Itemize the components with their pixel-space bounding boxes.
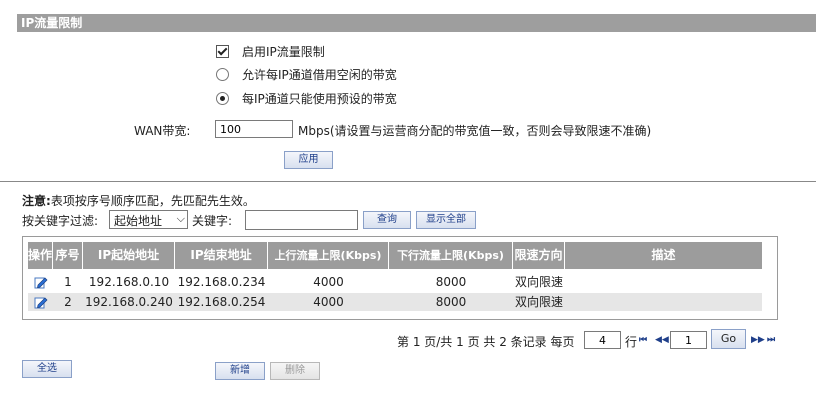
note-title: 注意: — [22, 194, 51, 208]
wan-bandwidth-input[interactable] — [215, 120, 293, 138]
cell-down-limit: 8000 — [435, 295, 467, 309]
enable-checkbox[interactable] — [216, 45, 229, 58]
chevron-down-icon: ⌵ — [176, 212, 185, 225]
col-header-action: 操作 — [28, 242, 53, 269]
cell-up-limit: 4000 — [313, 275, 344, 289]
borrow-label: 允许每IP通道借用空闲的带宽 — [242, 68, 397, 82]
cell-desc — [565, 293, 762, 311]
cell-start-ip: 192.168.0.10 — [88, 275, 170, 289]
borrow-option[interactable]: 允许每IP通道借用空闲的带宽 — [216, 66, 397, 83]
preset-option[interactable]: 每IP通道只能使用预设的带宽 — [216, 90, 397, 107]
enable-label: 启用IP流量限制 — [242, 45, 325, 59]
wan-unit-note: Mbps(请设置与运营商分配的带宽值一致，否则会导致限速不准确) — [298, 124, 652, 138]
table-row: 2 192.168.0.240 192.168.0.254 4000 8000 … — [28, 293, 762, 311]
edit-icon[interactable] — [34, 275, 48, 289]
cell-desc — [565, 273, 762, 291]
next-page-icon[interactable]: ▶▶ — [751, 335, 765, 345]
divider — [0, 181, 816, 182]
filter-label: 按关键字过滤: — [22, 214, 99, 228]
first-page-icon[interactable]: ⏮ — [639, 335, 647, 345]
cell-direction: 双向限速 — [514, 295, 563, 309]
col-header-start-ip: IP起始地址 — [83, 242, 175, 269]
cell-start-ip: 192.168.0.240 — [85, 295, 173, 309]
edit-icon[interactable] — [34, 295, 48, 309]
add-button[interactable]: 新增 — [215, 362, 265, 380]
col-header-down-limit: 下行流量上限(Kbps) — [389, 242, 513, 269]
cell-direction: 双向限速 — [514, 275, 563, 289]
enable-option[interactable]: 启用IP流量限制 — [216, 43, 325, 60]
go-button[interactable]: Go — [711, 329, 746, 349]
table-row: 1 192.168.0.10 192.168.0.234 4000 8000 双… — [28, 273, 762, 291]
borrow-radio[interactable] — [216, 68, 229, 81]
wan-label: WAN带宽: — [134, 124, 191, 138]
pager-row-unit: 行 — [625, 335, 638, 349]
last-page-icon[interactable]: ⏭ — [767, 335, 775, 345]
section-title: IP流量限制 — [21, 16, 83, 30]
cell-end-ip: 192.168.0.234 — [177, 275, 266, 289]
preset-label: 每IP通道只能使用预设的带宽 — [242, 92, 397, 106]
section-header: IP流量限制 — [17, 14, 816, 32]
rules-table: 操作 序号 IP起始地址 IP结束地址 上行流量上限(Kbps) 下行流量上限(… — [22, 236, 778, 320]
cell-down-limit: 8000 — [435, 275, 467, 289]
col-header-index: 序号 — [53, 242, 83, 269]
show-all-button[interactable]: 显示全部 — [416, 211, 476, 229]
note-text: 表项按序号顺序匹配，先匹配先生效。 — [50, 194, 255, 208]
cell-up-limit: 4000 — [313, 295, 344, 309]
select-all-button[interactable]: 全选 — [22, 360, 72, 378]
cell-end-ip: 192.168.0.254 — [177, 295, 266, 309]
prev-page-icon[interactable]: ◀◀ — [655, 335, 669, 345]
col-header-desc: 描述 — [565, 242, 762, 269]
per-page-input[interactable] — [584, 331, 621, 349]
col-header-end-ip: IP结束地址 — [175, 242, 268, 269]
filter-field-value: 起始地址 — [114, 214, 163, 228]
cell-index: 2 — [64, 295, 72, 309]
col-header-direction: 限速方向 — [513, 242, 565, 269]
apply-button[interactable]: 应用 — [284, 151, 333, 169]
cell-index: 1 — [64, 275, 72, 289]
col-header-up-limit: 上行流量上限(Kbps) — [268, 242, 389, 269]
filter-field-select[interactable]: 起始地址 ⌵ — [109, 210, 188, 229]
preset-radio[interactable] — [216, 92, 229, 105]
delete-button[interactable]: 删除 — [270, 362, 320, 380]
keyword-label: 关键字: — [192, 214, 233, 228]
keyword-input[interactable] — [245, 210, 358, 230]
pager-summary: 第 1 页/共 1 页 共 2 条记录 每页 — [397, 335, 575, 349]
search-button[interactable]: 查询 — [363, 211, 411, 229]
goto-page-input[interactable] — [670, 331, 707, 349]
note: 注意:表项按序号顺序匹配，先匹配先生效。 — [22, 192, 255, 209]
